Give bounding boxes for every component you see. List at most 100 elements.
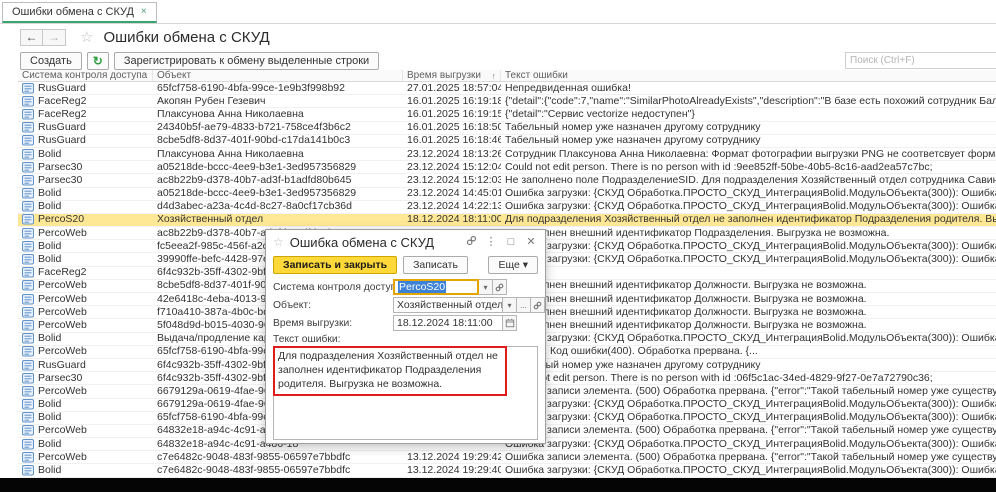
catalog-item-icon [22,162,34,173]
calendar-icon[interactable] [503,315,517,331]
refresh-button[interactable]: ↻ [87,52,109,70]
favorite-star-icon[interactable]: ☆ [80,28,93,46]
cell-system: PercoWeb [18,451,153,463]
forward-button[interactable]: → [43,29,66,46]
cell-error: Ошибка загрузки: {СКУД Обработка.ПРОСТО_… [501,399,996,411]
cell-system: PercoWeb [18,425,153,437]
cell-system: FaceReg2 [18,95,153,107]
table-row[interactable]: RusGuard65fcf758-6190-4bfa-99ce-1e9b3f99… [18,82,996,95]
catalog-item-icon [22,228,34,239]
system-name: PercoWeb [38,293,87,305]
system-name: Bolid [38,464,61,476]
table-row[interactable]: BolidПлаксунова Анна Николаевна23.12.202… [18,148,996,161]
table-row[interactable]: PercoS20Хозяйственный отдел18.12.2024 18… [18,214,996,227]
cell-system: PercoWeb [18,227,153,239]
catalog-item-icon [22,360,34,371]
table-row[interactable]: RusGuard24340b5f-ae79-4833-b721-758ce4f3… [18,122,996,135]
table-row[interactable]: Bolidc7e6482c-9048-483f-9855-06597e7bbdf… [18,464,996,477]
field-object: Объект: Хозяйственный отдел ▾ ... [266,296,545,314]
column-header-time[interactable]: Время выгрузки ↑ [403,70,501,81]
table-row[interactable]: RusGuard8cbe5df8-8d37-401f-90bd-c17da141… [18,135,996,148]
cell-system: Bolid [18,253,153,265]
cell-error: Ошибка записи элемента. (500) Обработка … [501,385,996,397]
back-button[interactable]: ← [20,29,43,46]
column-header-error[interactable]: Текст ошибки [501,70,996,81]
cell-error: Ошибка загрузки: {СКУД Обработка.ПРОСТО_… [501,412,996,424]
cell-system: RusGuard [18,122,153,134]
create-button[interactable]: Создать [20,52,82,70]
catalog-item-icon [22,452,34,463]
table-row[interactable]: Bolidd4d3abec-a23a-4c4d-8c27-8a0cf17cb36… [18,201,996,214]
catalog-item-icon [22,214,34,225]
cell-object: Плаксунова Анна Николаевна [153,148,403,160]
error-annotation-box: Для подразделения Хозяйственный отдел не… [273,346,507,396]
bottom-black-bar [0,478,996,492]
save-button[interactable]: Записать [403,256,468,274]
system-link-icon[interactable] [493,279,507,295]
system-dropdown-icon[interactable]: ▾ [479,279,493,295]
tab-errors-exchange[interactable]: Ошибки обмена с СКУД × [2,2,157,23]
cell-system: Bolid [18,201,153,213]
table-header: Система контроля доступа Объект Время вы… [18,70,996,82]
dialog-menu-icon[interactable]: ⋮ [484,237,498,248]
cell-error: Ошибка записи элемента. (500) Обработка … [501,425,996,437]
table-row[interactable]: FaceReg2Акопян Рубен Гезевич16.01.2025 1… [18,95,996,108]
cell-object: a05218de-bccc-4ee9-b3e1-3ed957356829 [153,188,403,200]
save-and-close-button[interactable]: Записать и закрыть [273,256,397,274]
table-row[interactable]: FaceReg2Плаксунова Анна Николаевна16.01.… [18,108,996,121]
table-row[interactable]: Parsec30a05218de-bccc-4ee9-b3e1-3ed95735… [18,161,996,174]
catalog-item-icon [22,241,34,252]
maximize-icon[interactable]: □ [504,237,518,248]
catalog-item-icon [22,307,34,318]
tab-label: Ошибки обмена с СКУД [12,6,134,18]
catalog-item-icon [22,122,34,133]
dialog-buttons: Записать и закрыть Записать Еще ▾ [266,254,545,278]
tab-close-icon[interactable]: × [141,7,147,17]
system-name: PercoWeb [38,306,87,318]
system-name: Bolid [38,399,61,411]
cell-system: PercoWeb [18,280,153,292]
object-link-icon[interactable] [531,297,545,313]
catalog-item-icon [22,373,34,384]
dialog-favorite-star-icon[interactable]: ☆ [273,235,284,249]
cell-time: 13.12.2024 19:29:40 [403,464,501,476]
get-link-icon[interactable] [464,235,478,249]
cell-error: Ошибка загрузки: {СКУД Обработка.ПРОСТО_… [501,240,996,252]
object-ellipsis-icon[interactable]: ... [517,297,531,313]
app-window: Ошибки обмена с СКУД × ← → ☆ Ошибки обме… [0,0,996,492]
cell-system: PercoWeb [18,346,153,358]
cell-error: Ошибка загрузки: {СКУД Обработка.ПРОСТО_… [501,253,996,265]
cell-error: Could not edit person. There is no perso… [501,161,996,173]
time-field-input[interactable]: 18.12.2024 18:11:00 [393,315,503,331]
cell-time: 13.12.2024 19:29:42 [403,451,501,463]
error-text-area[interactable]: Для подразделения Хозяйственный отдел не… [273,346,538,440]
search-input[interactable] [845,52,996,69]
table-row[interactable]: Parsec30ac8b22b9-d378-40b7-ad3f-b1adfd80… [18,174,996,187]
system-name: Bolid [38,188,61,200]
cell-system: Bolid [18,148,153,160]
cell-object: Акопян Рубен Гезевич [153,95,403,107]
column-header-system[interactable]: Система контроля доступа [18,70,153,81]
object-dropdown-icon[interactable]: ▾ [503,297,517,313]
catalog-item-icon [22,175,34,186]
back-arrow-icon: ← [26,30,38,44]
page-title: Ошибки обмена с СКУД [103,29,269,46]
close-icon[interactable]: ✕ [524,237,538,248]
more-button[interactable]: Еще ▾ [488,256,538,274]
column-header-object[interactable]: Объект [153,70,403,81]
table-row[interactable]: Bolid a05218de-bccc-4ee9-b3e1-3ed95735682… [18,188,996,201]
cell-error: Не заполнено поле ПодразделениеSID. Для … [501,174,996,186]
register-selected-button[interactable]: Зарегистрировать к обмену выделенные стр… [114,52,379,70]
sort-asc-icon: ↑ [492,71,497,81]
object-field-input[interactable]: Хозяйственный отдел [393,297,503,313]
title-row: ← → ☆ Ошибки обмена с СКУД [0,24,996,50]
catalog-item-icon [22,412,34,423]
cell-object: 24340b5f-ae79-4833-b721-758ce4f3b6c2 [153,122,403,134]
catalog-item-icon [22,320,34,331]
table-row[interactable]: PercoWebc7e6482c-9048-483f-9855-06597e7b… [18,451,996,464]
system-name: Bolid [38,253,61,265]
system-name: RusGuard [38,82,86,94]
forward-arrow-icon: → [48,30,60,44]
system-field-input[interactable]: PercoS20 [393,279,479,295]
field-time: Время выгрузки: 18.12.2024 18:11:00 [266,314,545,332]
